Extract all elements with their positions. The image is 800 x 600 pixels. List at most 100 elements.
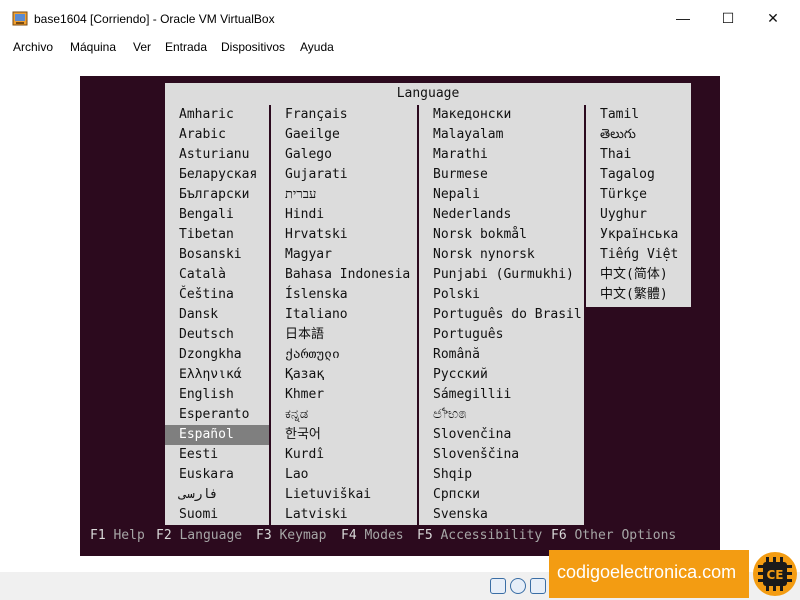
language-option[interactable]: Galego: [271, 145, 417, 165]
language-option[interactable]: Italiano: [271, 305, 417, 325]
language-option[interactable]: Bosanski: [165, 245, 269, 265]
fkey-f3[interactable]: F3 Keymap: [256, 528, 326, 543]
language-option[interactable]: Hindi: [271, 205, 417, 225]
menu-dispositivos[interactable]: Dispositivos: [221, 40, 285, 54]
language-option[interactable]: Português do Brasil: [419, 305, 584, 325]
language-option[interactable]: Amharic: [165, 105, 269, 125]
language-option[interactable]: Slovenčina: [419, 425, 584, 445]
language-option[interactable]: Gujarati: [271, 165, 417, 185]
language-option[interactable]: Malayalam: [419, 125, 584, 145]
language-option[interactable]: 中文(繁體): [586, 285, 691, 305]
language-option[interactable]: Lietuviškai: [271, 485, 417, 505]
language-option[interactable]: Euskara: [165, 465, 269, 485]
language-option[interactable]: Lao: [271, 465, 417, 485]
language-option[interactable]: 한국어: [271, 425, 417, 445]
language-option[interactable]: Français: [271, 105, 417, 125]
hard-disk-icon[interactable]: [490, 578, 506, 594]
language-option[interactable]: Беларуская: [165, 165, 269, 185]
language-option[interactable]: Khmer: [271, 385, 417, 405]
language-option[interactable]: Deutsch: [165, 325, 269, 345]
language-option[interactable]: Català: [165, 265, 269, 285]
fkey-f2[interactable]: F2 Language: [156, 528, 242, 543]
maximize-button[interactable]: ☐: [705, 0, 751, 36]
language-option[interactable]: Sámegillii: [419, 385, 584, 405]
language-option[interactable]: Latviski: [271, 505, 417, 525]
language-option[interactable]: Kurdî: [271, 445, 417, 465]
menu-ver[interactable]: Ver: [133, 40, 151, 54]
language-option[interactable]: Български: [165, 185, 269, 205]
language-option[interactable]: Dzongkha: [165, 345, 269, 365]
language-option[interactable]: Asturianu: [165, 145, 269, 165]
menu-ayuda[interactable]: Ayuda: [300, 40, 334, 54]
language-option[interactable]: Čeština: [165, 285, 269, 305]
language-option[interactable]: 中文(简体): [586, 265, 691, 285]
menu-entrada[interactable]: Entrada: [165, 40, 207, 54]
optical-drive-icon[interactable]: [510, 578, 526, 594]
virtualbox-app-icon: [12, 11, 28, 26]
logo-text: CE: [766, 568, 783, 582]
language-option[interactable]: Suomi: [165, 505, 269, 525]
language-option[interactable]: ජ෦භ෧: [419, 405, 584, 425]
language-option[interactable]: עברית: [271, 185, 417, 205]
dialog-title: Language: [396, 86, 460, 101]
language-option[interactable]: Nepali: [419, 185, 584, 205]
language-option[interactable]: Hrvatski: [271, 225, 417, 245]
language-option[interactable]: Русский: [419, 365, 584, 385]
language-option[interactable]: Türkçe: [586, 185, 691, 205]
language-option[interactable]: Marathi: [419, 145, 584, 165]
language-option[interactable]: Українська: [586, 225, 691, 245]
language-option[interactable]: Gaeilge: [271, 125, 417, 145]
language-option[interactable]: Íslenska: [271, 285, 417, 305]
language-option[interactable]: Dansk: [165, 305, 269, 325]
window-title: base1604 [Corriendo] - Oracle VM Virtual…: [34, 12, 275, 26]
language-option[interactable]: Eesti: [165, 445, 269, 465]
language-option[interactable]: Ελληνικά: [165, 365, 269, 385]
language-option[interactable]: Thai: [586, 145, 691, 165]
language-option[interactable]: Burmese: [419, 165, 584, 185]
language-option[interactable]: فارسی: [165, 485, 269, 505]
language-option[interactable]: Română: [419, 345, 584, 365]
language-option[interactable]: English: [165, 385, 269, 405]
language-option[interactable]: Nederlands: [419, 205, 584, 225]
language-option[interactable]: Esperanto: [165, 405, 269, 425]
close-button[interactable]: ✕: [750, 0, 796, 36]
language-option[interactable]: Shqip: [419, 465, 584, 485]
language-option[interactable]: 日本語: [271, 325, 417, 345]
language-option[interactable]: Tagalog: [586, 165, 691, 185]
fkey-f5[interactable]: F5 Accessibility: [417, 528, 542, 543]
minimize-button[interactable]: —: [660, 0, 706, 36]
fkey-f4[interactable]: F4 Modes: [341, 528, 404, 543]
language-option[interactable]: Uyghur: [586, 205, 691, 225]
language-option[interactable]: Қазақ: [271, 365, 417, 385]
function-key-bar: F1 Help F2 Language F3 Keymap F4 Modes F5 Ac…: [90, 528, 710, 546]
language-option[interactable]: Bengali: [165, 205, 269, 225]
language-option[interactable]: Slovenščina: [419, 445, 584, 465]
fkey-f1[interactable]: F1 Help: [90, 528, 145, 543]
language-option[interactable]: Српски: [419, 485, 584, 505]
menu-bar: Archivo Máquina Ver Entrada Dispositivos…: [0, 36, 800, 58]
language-option[interactable]: తెలుగు: [586, 125, 691, 145]
language-option[interactable]: Magyar: [271, 245, 417, 265]
language-option[interactable]: Tamil: [586, 105, 691, 125]
language-option[interactable]: Español: [165, 425, 269, 445]
language-option[interactable]: Norsk bokmål: [419, 225, 584, 245]
language-option[interactable]: Arabic: [165, 125, 269, 145]
fkey-f6[interactable]: F6 Other Options: [551, 528, 676, 543]
language-option[interactable]: Svenska: [419, 505, 584, 525]
network-icon[interactable]: [530, 578, 546, 594]
language-option[interactable]: ಕನ್ನಡ: [271, 405, 417, 425]
language-option[interactable]: Bahasa Indonesia: [271, 265, 417, 285]
fkey-key: F6: [551, 528, 567, 543]
language-option[interactable]: Norsk nynorsk: [419, 245, 584, 265]
language-option[interactable]: Tiếng Việt: [586, 245, 691, 265]
fkey-key: F1: [90, 528, 106, 543]
language-option[interactable]: Polski: [419, 285, 584, 305]
language-option[interactable]: Português: [419, 325, 584, 345]
menu-archivo[interactable]: Archivo: [13, 40, 53, 54]
menu-maquina[interactable]: Máquina: [70, 40, 116, 54]
language-option[interactable]: ქართული: [271, 345, 417, 365]
vm-screen[interactable]: Language Amharic Arabic Asturianu Беларуска…: [80, 76, 720, 556]
language-option[interactable]: Македонски: [419, 105, 584, 125]
language-option[interactable]: Punjabi (Gurmukhi): [419, 265, 584, 285]
language-option[interactable]: Tibetan: [165, 225, 269, 245]
